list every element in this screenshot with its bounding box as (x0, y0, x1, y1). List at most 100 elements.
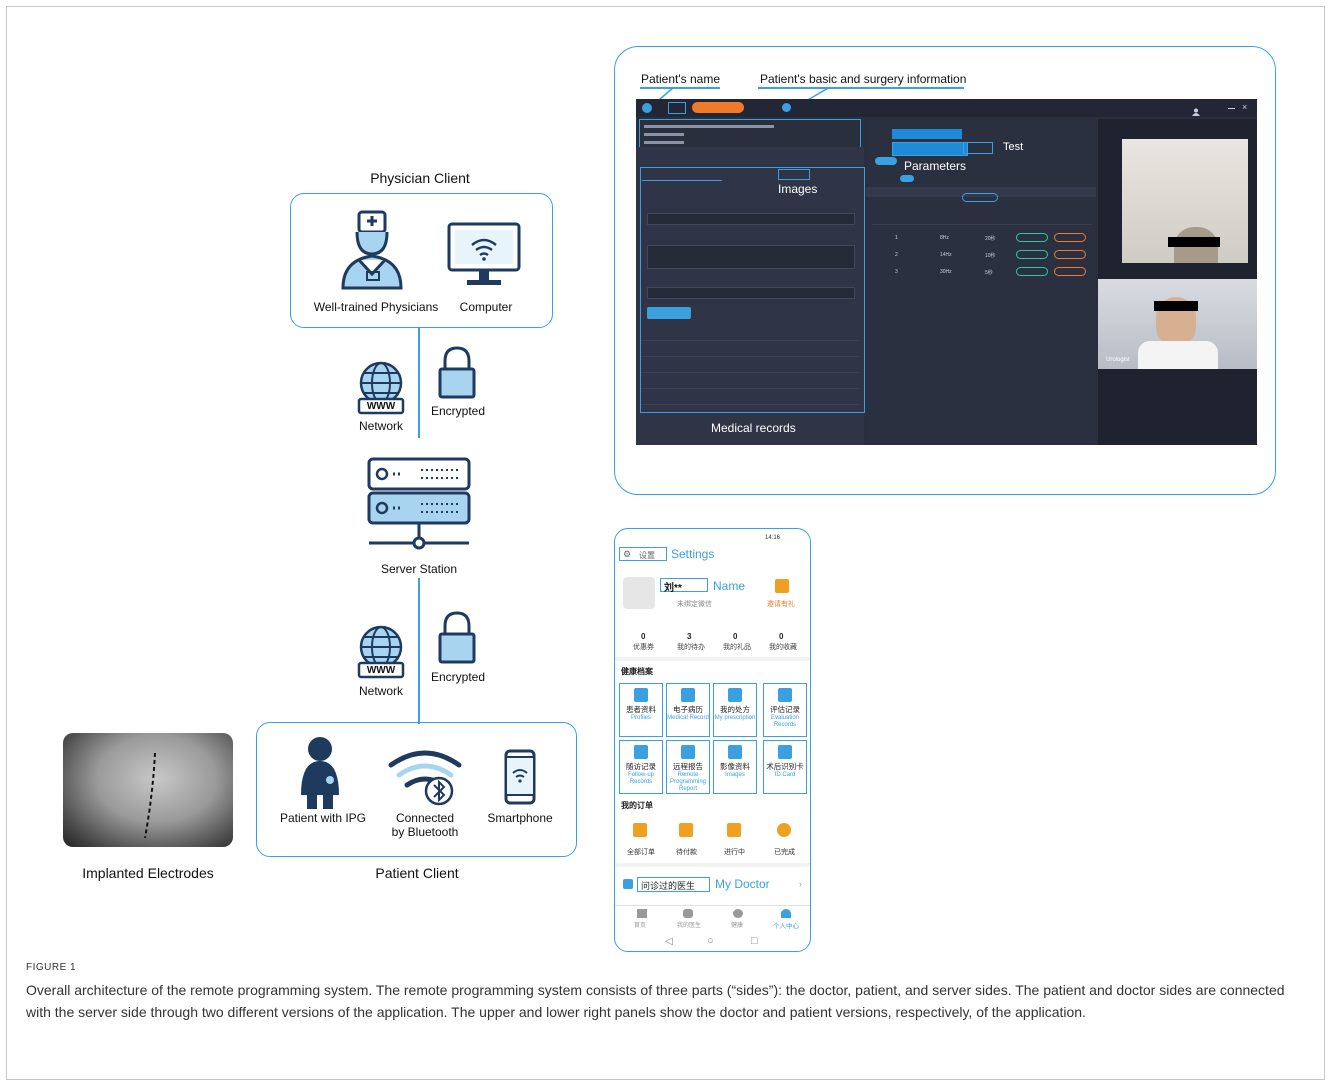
avatar[interactable] (623, 577, 655, 609)
all-orders-icon[interactable] (633, 823, 647, 837)
stat-label[interactable]: 我的收藏 (769, 642, 797, 652)
stat-label[interactable]: 优惠券 (633, 642, 654, 652)
grid-item-profiles[interactable]: 患者资料 Profiles (619, 683, 663, 737)
back-button[interactable] (875, 157, 897, 165)
bluetooth-label-1: Connected (395, 811, 455, 825)
completed-icon[interactable] (777, 823, 791, 837)
save-button[interactable] (647, 307, 691, 319)
patient-client-title: Patient Client (375, 865, 459, 881)
edit-button[interactable] (1016, 233, 1048, 242)
tab-label[interactable]: 健康 (731, 920, 743, 929)
delete-button[interactable] (1054, 233, 1086, 242)
row-idx: 1 (895, 235, 898, 241)
patient-label: Patient with IPG (279, 811, 367, 825)
tab-label[interactable]: 个人中心 (773, 920, 799, 930)
profile-icon (634, 688, 648, 702)
params-tab[interactable] (892, 129, 962, 139)
report-icon (681, 745, 695, 759)
profile-tab-icon[interactable] (781, 909, 791, 918)
record-row[interactable] (641, 327, 859, 341)
network-label-top: Network (358, 419, 403, 433)
waiting-badge (782, 103, 791, 112)
images-tab[interactable] (778, 169, 810, 180)
record-row[interactable] (641, 375, 859, 389)
toggle-switch[interactable] (900, 175, 914, 182)
pending-payment-icon[interactable] (679, 823, 693, 837)
order-label[interactable]: 待付款 (676, 847, 697, 857)
medical-records-panel: Images Medical records (636, 147, 865, 445)
params-button[interactable] (892, 142, 968, 156)
grid-item-follow-up[interactable]: 随访记录 Follow-up Records (619, 740, 663, 794)
row-idx: 3 (895, 269, 898, 275)
encrypted-label-top: Encrypted (430, 404, 486, 418)
minimize-icon[interactable] (1228, 108, 1235, 109)
prescription-icon (728, 688, 742, 702)
parameters-panel: Test Parameters 1 8Hz 20秒 2 14Hz 10秒 3 3… (866, 119, 1096, 445)
chevron-right-icon[interactable]: › (799, 879, 802, 889)
health-title: 健康档案 (621, 667, 653, 676)
edit-button[interactable] (1016, 267, 1048, 276)
video-caption: Urologist (1106, 357, 1130, 363)
stat-label[interactable]: 我的礼品 (723, 642, 751, 652)
grid-item-images[interactable]: 影像资料 Images (713, 740, 757, 794)
record-row[interactable] (641, 343, 859, 357)
www-label: WWW (366, 401, 396, 412)
xray-image (63, 733, 233, 847)
divider (615, 905, 810, 906)
annotation-patient-info: Patient's basic and surgery information (760, 72, 967, 86)
wechat-status[interactable]: 未绑定微信 (677, 599, 712, 609)
my-doctor-tab-icon[interactable] (683, 909, 693, 918)
invite-label[interactable]: 邀请有礼 (767, 599, 795, 609)
stat-label[interactable]: 我的待办 (677, 642, 705, 652)
grid-item-prescription[interactable]: 我的处方 My prescription (713, 683, 757, 737)
computer-label: Computer (459, 300, 513, 314)
smartphone-icon (504, 749, 536, 805)
add-button[interactable] (962, 193, 998, 202)
health-tab-icon[interactable] (733, 909, 743, 918)
grid-item-medical-record[interactable]: 电子病历 Medical Record (666, 683, 710, 737)
order-label[interactable]: 进行中 (724, 847, 745, 857)
recents-nav-icon[interactable]: □ (751, 935, 758, 947)
diagnosis-field[interactable] (647, 287, 855, 299)
record-row[interactable] (641, 391, 859, 405)
tab-active[interactable] (642, 169, 722, 181)
tab-label[interactable]: 首页 (634, 920, 646, 929)
gear-icon[interactable]: ⚙ (623, 549, 631, 560)
settings-cn: 设置 (639, 551, 655, 560)
physician-label: Well-trained Physicians (313, 300, 439, 314)
patient-name-box[interactable] (668, 102, 686, 114)
home-nav-icon[interactable]: ○ (707, 935, 714, 947)
history-field[interactable] (647, 245, 855, 269)
patient-phone-app: 14:16 ⚙ 设置 Settings 刘** Name 未绑定微信 邀请有礼 … (614, 528, 811, 952)
privacy-bar (1168, 237, 1220, 247)
stat-num: 3 (687, 632, 692, 641)
record-icon (681, 688, 695, 702)
record-row[interactable] (641, 359, 859, 373)
home-icon[interactable] (637, 909, 647, 918)
close-icon[interactable]: × (1242, 102, 1247, 112)
stat-num: 0 (641, 632, 646, 641)
in-progress-icon[interactable] (727, 823, 741, 837)
back-nav-icon[interactable]: ◁ (665, 936, 673, 947)
test-tab[interactable] (963, 142, 993, 154)
edit-button[interactable] (1016, 250, 1048, 259)
electrode-lead (144, 753, 156, 839)
grid-item-evaluation[interactable]: 评估记录 Evaluation Records (763, 683, 807, 737)
computer-icon (447, 222, 521, 285)
delete-button[interactable] (1054, 250, 1086, 259)
local-video: Urologist (1098, 279, 1257, 369)
images-annotation: Images (778, 182, 818, 196)
end-call-button[interactable] (692, 102, 744, 113)
order-label[interactable]: 已完成 (774, 847, 795, 857)
annotation-patient-name: Patient's name (641, 72, 721, 86)
delete-button[interactable] (1054, 267, 1086, 276)
server-icon (367, 457, 471, 550)
tab-label[interactable]: 我的医生 (677, 920, 701, 929)
chief-complaint-field[interactable] (647, 213, 855, 225)
grid-item-id-card[interactable]: 术后识别卡 ID Card (763, 740, 807, 794)
physician-client-box: Well-trained Physicians Computer (290, 193, 553, 328)
gift-icon[interactable] (775, 579, 789, 593)
grid-item-remote-report[interactable]: 远程报告 Remote Programming Report (666, 740, 710, 794)
orders-title: 我的订单 (621, 801, 653, 810)
order-label[interactable]: 全部订单 (627, 847, 655, 857)
